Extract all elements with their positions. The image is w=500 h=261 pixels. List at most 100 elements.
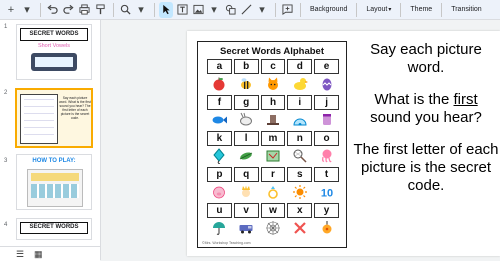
letter-cell: y [314,203,339,218]
paint-format-icon[interactable] [93,2,107,18]
add-icon[interactable]: + [4,2,18,18]
letter-cell: e [314,59,339,74]
letter-cell: k [207,131,232,146]
igloo-icon [288,112,311,128]
letter-cell: v [233,203,259,218]
worksheet-image: Secret Words Alphabet abcde fghij klmno pqr… [197,41,347,248]
thumbnail-text: Say each picture word. What is the first… [59,96,91,120]
chevron-down-icon: ▾ [388,7,392,13]
zoom-icon[interactable] [118,2,132,18]
instruction-2: What is the first sound you hear? [352,91,500,127]
letter-cell: o [314,131,339,146]
chevron-down-icon[interactable]: ▾ [134,2,148,18]
slide-number: 1 [4,24,8,30]
instruction-2-after: sound you hear? [370,109,482,126]
add-comment-icon[interactable] [280,2,294,18]
alphabet-grid: a b c d e f g h i j k l m n o p q r s t 10 u v w x y [206,59,340,238]
fish-icon [208,112,231,128]
svg-text:10: 10 [320,188,332,200]
slide-filmstrip: 1 SECRET WORDS Short Vowels 2 Say each p… [0,20,101,261]
instruction-2-before: What is the [374,91,450,108]
thumbnail-worksheet-image [20,94,58,144]
bee-icon [235,76,258,92]
select-cursor-icon[interactable] [159,1,173,18]
van-icon [235,220,258,236]
egg-icon [315,76,338,92]
letter-cell: d [287,59,313,74]
thumbnail-subtitle: Short Vowels [37,43,71,49]
shape-icon[interactable] [223,2,237,18]
text-box-icon[interactable] [175,2,189,18]
theme-button[interactable]: Theme [405,2,437,18]
letter-cell: r [260,167,286,182]
chevron-down-icon[interactable]: ▾ [207,2,221,18]
instruction-1: Say each picture word. [370,41,482,76]
slide-thumbnail-3[interactable]: 3 HOW TO PLAY: [0,154,100,214]
layout-button[interactable]: Layout ▾ [361,2,396,18]
transition-button[interactable]: Transition [446,2,486,18]
duck-icon [288,76,311,92]
umbrella-icon [208,220,231,236]
image-icon[interactable] [191,2,205,18]
divider [356,2,358,17]
goat-icon [235,112,258,128]
slide-number: 4 [4,222,8,228]
letter-cell: w [260,203,286,218]
current-slide[interactable]: Secret Words Alphabet abcde fghij klmno pqr… [187,31,500,256]
filmstrip-view-icon[interactable]: ▦ [34,249,43,260]
thumbnail-preview: SECRET WORDS [16,218,92,240]
net-icon [288,148,311,164]
slide-thumbnail-1[interactable]: 1 SECRET WORDS Short Vowels [0,20,100,80]
letter-cell: s [287,167,313,182]
letter-cell: n [287,131,313,146]
slide-thumbnail-2[interactable]: 2 Say each picture word. What is the fir… [0,86,100,150]
instruction-3: The first letter of each picture is the … [353,141,499,194]
slide-canvas: Secret Words Alphabet abcde fghij klmno pqr… [101,21,500,260]
letter-cell: a [207,59,232,74]
letter-cell: h [260,95,286,110]
letter-cell: f [207,95,232,110]
letter-cell: p [207,167,232,182]
thumbnail-preview: HOW TO PLAY: [16,154,92,210]
letter-cell: x [287,203,313,218]
thumbnail-title: HOW TO PLAY: [32,158,76,164]
letter-cell: b [233,59,259,74]
thumbnail-game-image [27,169,83,207]
letter-cell: u [207,203,232,218]
worksheet-title: Secret Words Alphabet [220,46,324,57]
divider [154,2,155,17]
undo-icon[interactable] [45,2,59,18]
divider [400,2,402,17]
sun-icon [288,184,311,200]
pig-icon [208,184,231,200]
line-icon[interactable] [239,2,253,18]
letter-cell: l [233,131,259,146]
divider [113,2,114,17]
toolbar: + ▾ ▾ ▾ ▾ Background Layout▾ Theme Tran [0,0,500,20]
chevron-down-icon[interactable]: ▾ [255,2,269,18]
print-icon[interactable] [77,2,91,18]
leaf-icon [235,148,258,164]
chevron-down-icon[interactable]: ▾ [20,2,34,18]
divider [275,2,276,17]
yoyo-icon [315,220,338,236]
grid-view-icon[interactable]: ☰ [16,249,24,260]
instruction-2-underline: first [453,91,478,108]
queen-icon [235,184,258,200]
redo-icon[interactable] [61,2,75,18]
thumbnail-title: SECRET WORDS [20,222,88,234]
letter-cell: g [233,95,259,110]
jelly-icon [315,112,338,128]
divider [300,2,301,17]
apple-icon [208,76,231,92]
hat-icon [262,112,285,128]
letter-cell: i [287,95,313,110]
view-switcher: ☰ ▦ [0,246,100,261]
worksheet-footer: ©Mrs. Workshop Teaching.com [202,241,251,245]
background-button[interactable]: Background [305,2,352,18]
kite-icon [208,148,231,164]
letter-cell: m [260,131,286,146]
divider [40,2,41,17]
thumbnail-preview: SECRET WORDS Short Vowels [16,24,92,80]
cat-icon [262,76,285,92]
